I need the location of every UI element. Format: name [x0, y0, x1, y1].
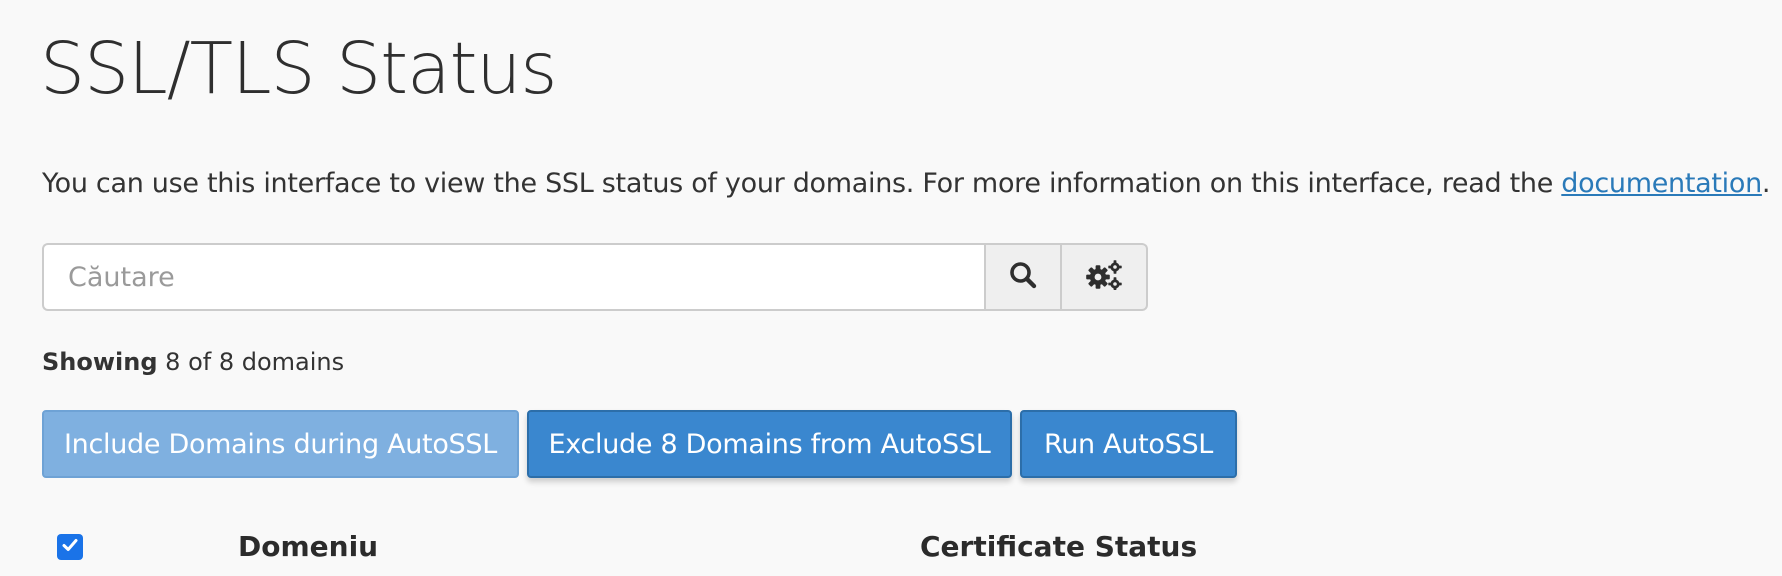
settings-button[interactable]	[1062, 243, 1148, 311]
description-suffix: .	[1761, 168, 1771, 199]
check-icon	[60, 535, 80, 559]
run-autossl-button[interactable]: Run AutoSSL	[1020, 410, 1237, 478]
column-header-domain[interactable]: Domeniu	[238, 529, 378, 565]
showing-count: Showing 8 of 8 domains	[42, 346, 344, 378]
showing-text: 8 of 8 domains	[165, 348, 345, 376]
exclude-domains-button[interactable]: Exclude 8 Domains from AutoSSL	[527, 410, 1012, 478]
search-icon	[1008, 260, 1038, 294]
include-domains-button[interactable]: Include Domains during AutoSSL	[42, 410, 519, 478]
page-description: You can use this interface to view the S…	[42, 165, 1770, 203]
table-header: Domeniu Certificate Status	[0, 520, 1782, 576]
search-button[interactable]	[984, 243, 1062, 311]
gears-icon	[1085, 260, 1123, 294]
select-all-checkbox[interactable]	[57, 534, 83, 560]
showing-label: Showing	[42, 348, 158, 376]
autossl-actions: Include Domains during AutoSSL Exclude 8…	[42, 410, 1237, 478]
page-title: SSL/TLS Status	[40, 27, 557, 110]
documentation-link[interactable]: documentation	[1561, 168, 1762, 199]
column-header-certificate-status[interactable]: Certificate Status	[920, 529, 1197, 565]
description-text: You can use this interface to view the S…	[42, 168, 1562, 199]
search-input[interactable]	[42, 243, 984, 311]
search-group	[42, 243, 1148, 311]
ssl-tls-status-page: SSL/TLS Status You can use this interfac…	[0, 0, 1782, 576]
